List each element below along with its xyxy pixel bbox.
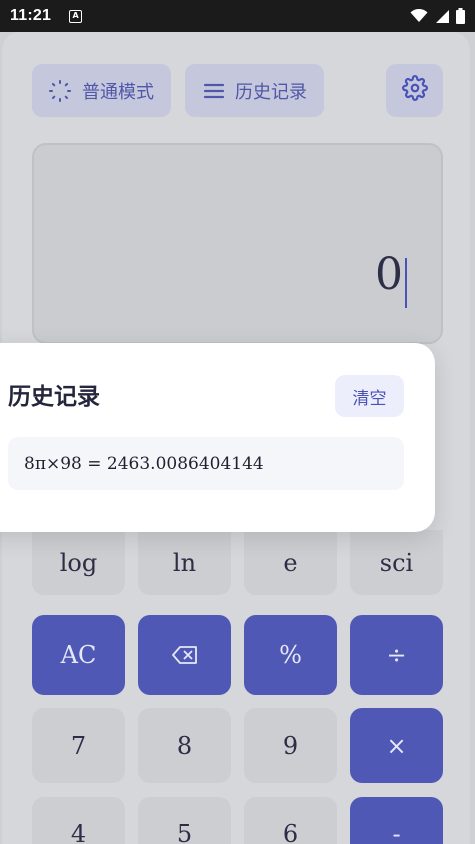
clear-history-button[interactable]: 清空 [335, 375, 404, 417]
history-entry[interactable]: 8π×98 = 2463.0086404144 [8, 437, 404, 490]
key-all-clear[interactable]: AC [32, 615, 125, 695]
key-6-label: 6 [282, 820, 299, 844]
history-button-label: 历史记录 [235, 81, 307, 103]
key-6[interactable]: 6 [244, 797, 337, 844]
calculator-display: 0 [32, 143, 443, 344]
menu-icon [203, 82, 225, 100]
key-multiply[interactable]: × [350, 708, 443, 783]
history-button[interactable]: 历史记录 [185, 64, 324, 117]
key-subtract-label: - [392, 820, 401, 844]
key-divide[interactable]: ÷ [350, 615, 443, 695]
mode-button-label: 普通模式 [82, 81, 154, 103]
settings-button[interactable] [386, 64, 443, 117]
key-percent[interactable]: % [244, 615, 337, 695]
key-7[interactable]: 7 [32, 708, 125, 783]
key-9[interactable]: 9 [244, 708, 337, 783]
display-value: 0 [375, 249, 403, 300]
history-dialog-title: 历史记录 [8, 384, 100, 410]
status-time: 11:21 [10, 7, 52, 24]
backspace-icon [171, 646, 197, 664]
key-log[interactable]: log [32, 530, 125, 595]
status-icons [410, 8, 465, 24]
key-sci[interactable]: sci [350, 530, 443, 595]
wifi-icon [410, 9, 428, 22]
status-bar: 11:21 A [0, 0, 475, 32]
battery-icon [456, 8, 465, 24]
notification-icon: A [69, 9, 83, 23]
history-dialog: 历史记录 清空 8π×98 = 2463.0086404144 [0, 343, 435, 532]
key-5-label: 5 [176, 820, 193, 844]
loading-spinner-icon [48, 79, 72, 103]
mode-button[interactable]: 普通模式 [32, 64, 171, 117]
text-cursor [405, 258, 407, 308]
gear-icon [401, 75, 428, 106]
key-4-label: 4 [70, 820, 87, 844]
key-backspace[interactable] [138, 615, 231, 695]
key-e[interactable]: e [244, 530, 337, 595]
key-ln[interactable]: ln [138, 530, 231, 595]
key-5[interactable]: 5 [138, 797, 231, 844]
key-subtract[interactable]: - [350, 797, 443, 844]
key-8[interactable]: 8 [138, 708, 231, 783]
key-4[interactable]: 4 [32, 797, 125, 844]
signal-icon [436, 9, 449, 23]
